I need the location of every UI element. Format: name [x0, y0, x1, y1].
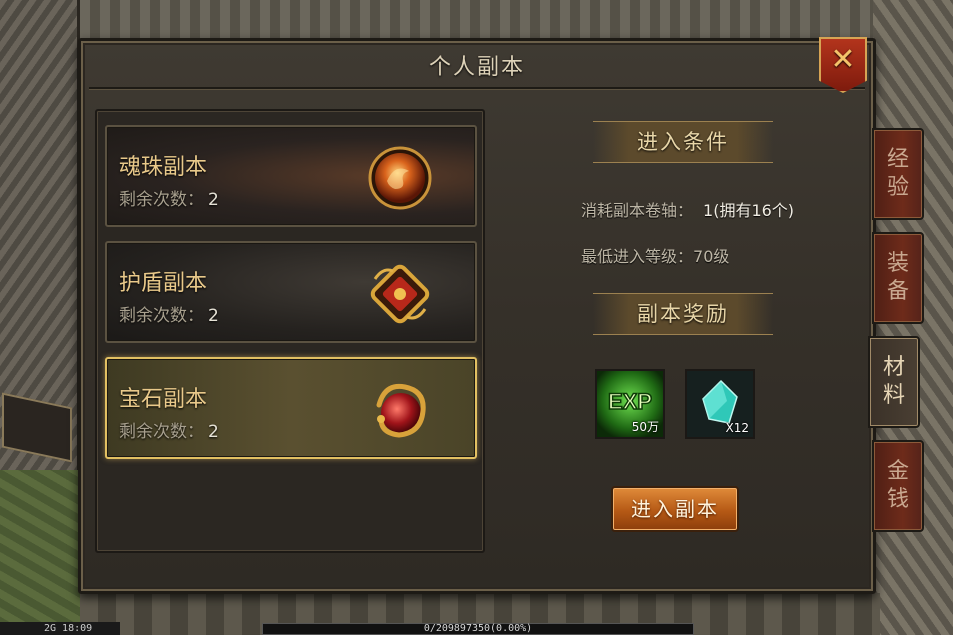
- tab-experience[interactable]: 经验: [872, 128, 924, 220]
- dragon-gem-icon: [376, 383, 426, 438]
- reward-caption: X12: [725, 421, 750, 435]
- min-level-label: 最低进入等级：: [581, 247, 694, 266]
- tab-equipment[interactable]: 装备: [872, 232, 924, 324]
- remaining-count-value: 2: [208, 190, 219, 210]
- dungeon-name: 宝石副本: [119, 387, 208, 412]
- tab-label: 装备: [886, 251, 909, 304]
- tab-label: 金钱: [886, 459, 909, 512]
- personal-dungeon-panel: 个人副本 ✕ 魂珠副本 剩余次数： 2 护盾副本 剩余次数： 2 宝石副本 剩余…: [78, 37, 876, 594]
- reward-slot-exp[interactable]: EXP 50万: [595, 369, 665, 439]
- fire-orb-icon: [368, 146, 432, 210]
- dungeon-name: 护盾副本: [119, 271, 208, 296]
- dungeon-name: 魂珠副本: [119, 155, 208, 180]
- network-time-status: 2G 18:09: [0, 622, 120, 635]
- remaining-count: 剩余次数： 2: [119, 301, 219, 326]
- remaining-count-label: 剩余次数：: [119, 422, 204, 442]
- enter-dungeon-button[interactable]: 进入副本: [611, 486, 739, 532]
- min-level-line: 最低进入等级：70级: [581, 243, 729, 267]
- remaining-count: 剩余次数： 2: [119, 417, 219, 442]
- remaining-count: 剩余次数： 2: [119, 185, 219, 210]
- tab-materials[interactable]: 材料: [868, 336, 920, 428]
- remaining-count-label: 剩余次数：: [119, 306, 204, 326]
- title-divider: [89, 87, 865, 89]
- experience-bar: 0/209897350(0.00%): [262, 623, 694, 635]
- panel-title: 个人副本: [428, 55, 525, 80]
- temple-roof-top: [80, 0, 880, 40]
- dungeon-item-soul-bead[interactable]: 魂珠副本 剩余次数： 2: [105, 125, 477, 227]
- reward-caption: 50万: [631, 420, 659, 434]
- dungeon-item-gem[interactable]: 宝石副本 剩余次数： 2: [105, 357, 477, 459]
- tab-money[interactable]: 金钱: [872, 440, 924, 532]
- reward-slot-crystal[interactable]: X12: [685, 369, 755, 439]
- entry-conditions-header: 进入条件: [593, 121, 773, 163]
- scroll-cost-label: 消耗副本卷轴：: [581, 201, 694, 220]
- remaining-count-value: 2: [208, 422, 219, 442]
- remaining-count-label: 剩余次数：: [119, 190, 204, 210]
- tab-label: 材料: [882, 355, 905, 408]
- dungeon-rewards-header: 副本奖励: [593, 293, 773, 335]
- scroll-cost-value: 1(拥有16个): [703, 201, 795, 220]
- min-level-value: 70级: [693, 247, 730, 266]
- remaining-count-value: 2: [208, 306, 219, 326]
- grass-ground: [0, 470, 90, 635]
- dungeon-item-shield[interactable]: 护盾副本 剩余次数： 2: [105, 241, 477, 343]
- close-button[interactable]: ✕: [819, 37, 867, 93]
- close-icon: ✕: [830, 42, 856, 77]
- exp-icon-text: EXP: [608, 389, 652, 414]
- golden-shield-icon: [370, 264, 430, 324]
- tab-label: 经验: [886, 147, 909, 200]
- scroll-cost-line: 消耗副本卷轴： 1(拥有16个): [581, 197, 794, 221]
- dungeon-list: 魂珠副本 剩余次数： 2 护盾副本 剩余次数： 2 宝石副本 剩余次数： 2: [95, 109, 485, 553]
